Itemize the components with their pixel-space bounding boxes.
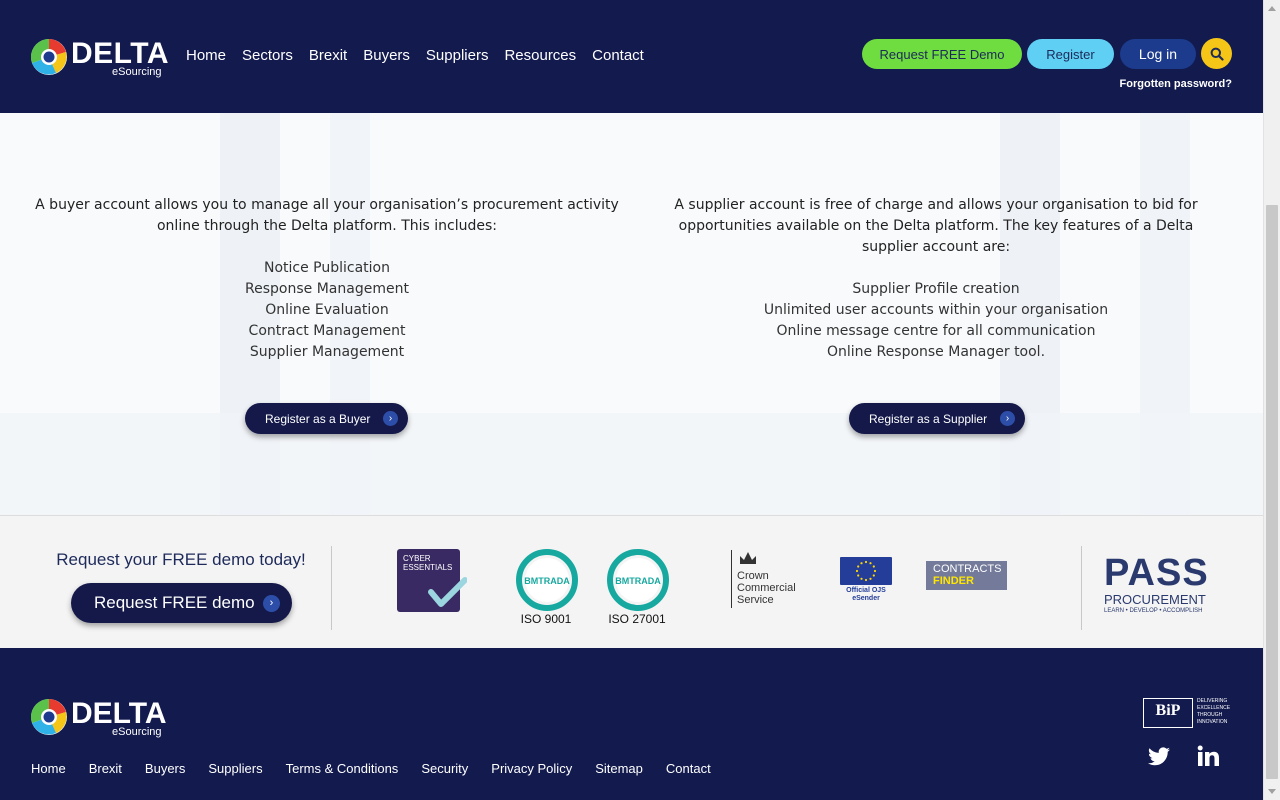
crown-commercial-service-logo: Crown Commercial Service bbox=[731, 550, 811, 608]
nav-sectors[interactable]: Sectors bbox=[242, 47, 293, 64]
logo-subtitle: eSourcing bbox=[112, 66, 162, 78]
divider bbox=[1081, 546, 1082, 630]
iso-9001-label: ISO 9001 bbox=[520, 612, 572, 626]
nav-brexit[interactable]: Brexit bbox=[309, 47, 347, 64]
register-button[interactable]: Register bbox=[1027, 39, 1114, 69]
delta-logo[interactable]: DELTA eSourcing bbox=[30, 37, 170, 80]
register-buyer-label: Register as a Buyer bbox=[265, 411, 371, 426]
nav-resources[interactable]: Resources bbox=[504, 47, 576, 64]
nav-buyers[interactable]: Buyers bbox=[363, 47, 410, 64]
chevron-right-icon: › bbox=[263, 595, 280, 612]
nav-suppliers[interactable]: Suppliers bbox=[426, 47, 489, 64]
supplier-feature: Online message centre for all communicat… bbox=[776, 323, 1096, 339]
bip-text: BiP bbox=[1143, 698, 1193, 728]
footer-link-sitemap[interactable]: Sitemap bbox=[595, 761, 643, 776]
supplier-intro: A supplier account is free of charge and… bbox=[674, 197, 1198, 255]
footer-link-security[interactable]: Security bbox=[421, 761, 468, 776]
main-nav: Home Sectors Brexit Buyers Suppliers Res… bbox=[186, 47, 660, 64]
bip-tagline: DELIVERING EXCELLENCE THROUGH INNOVATION bbox=[1197, 698, 1231, 725]
buyer-feature: Online Evaluation bbox=[265, 302, 389, 318]
search-icon bbox=[1210, 47, 1224, 61]
demo-heading: Request your FREE demo today! bbox=[56, 550, 306, 569]
bm-trada-text: BMTRADA bbox=[524, 576, 570, 586]
cyber-essentials-text: CYBER ESSENTIALS bbox=[403, 554, 453, 572]
buyer-feature: Contract Management bbox=[248, 323, 406, 339]
supplier-feature: Supplier Profile creation bbox=[852, 281, 1020, 297]
bip-solutions-logo[interactable]: BiP DELIVERING EXCELLENCE THROUGH INNOVA… bbox=[1143, 698, 1233, 728]
request-demo-button[interactable]: Request FREE Demo bbox=[862, 39, 1022, 69]
register-supplier-label: Register as a Supplier bbox=[869, 411, 988, 426]
request-free-demo-button[interactable]: Request FREE demo › bbox=[71, 583, 292, 623]
twitter-icon[interactable] bbox=[1147, 744, 1171, 768]
ojs-text: Official OJS eSender bbox=[846, 587, 886, 602]
crown-icon bbox=[740, 552, 756, 564]
chevron-right-icon: › bbox=[1000, 411, 1015, 426]
login-button[interactable]: Log in bbox=[1120, 39, 1196, 69]
bm-trada-iso27001-badge: BMTRADA bbox=[607, 549, 669, 611]
register-buyer-button[interactable]: Register as a Buyer › bbox=[245, 403, 408, 434]
buyer-feature: Notice Publication bbox=[263, 260, 390, 276]
buyer-feature: Response Management bbox=[245, 281, 409, 297]
certifications-strip: Request your FREE demo today! Request FR… bbox=[0, 515, 1263, 648]
ojs-esender-badge: Official OJS eSender bbox=[840, 557, 892, 603]
footer-link-terms[interactable]: Terms & Conditions bbox=[286, 761, 399, 776]
request-free-demo-label: Request FREE demo bbox=[94, 593, 255, 612]
buyer-column: A buyer account allows you to manage all… bbox=[35, 195, 619, 363]
nav-contact[interactable]: Contact bbox=[592, 47, 644, 64]
footer-logo-subtitle: eSourcing bbox=[112, 726, 162, 738]
footer-link-suppliers[interactable]: Suppliers bbox=[208, 761, 262, 776]
linkedin-icon[interactable] bbox=[1196, 744, 1220, 768]
vertical-scrollbar[interactable] bbox=[1263, 0, 1280, 800]
footer-link-home[interactable]: Home bbox=[31, 761, 66, 776]
delta-logo-icon bbox=[30, 38, 67, 75]
supplier-column: A supplier account is free of charge and… bbox=[649, 195, 1223, 363]
contracts-finder-text-a: CONTRACTS bbox=[933, 563, 1002, 575]
eu-flag-icon bbox=[840, 557, 892, 585]
bm-trada-text: BMTRADA bbox=[615, 576, 661, 586]
pass-procurement-logo: PASS PROCUREMENT LEARN • DEVELOP • ACCOM… bbox=[1104, 553, 1216, 623]
contracts-finder-logo: CONTRACTS FINDER bbox=[926, 561, 1007, 590]
ccs-text: Crown Commercial Service bbox=[737, 570, 796, 606]
footer-link-brexit[interactable]: Brexit bbox=[89, 761, 122, 776]
cyber-essentials-badge: CYBER ESSENTIALS bbox=[397, 549, 467, 612]
forgotten-password-link[interactable]: Forgotten password? bbox=[1110, 78, 1232, 90]
divider bbox=[331, 546, 332, 630]
checkmark-icon bbox=[428, 577, 467, 607]
footer-link-buyers[interactable]: Buyers bbox=[145, 761, 185, 776]
site-footer: DELTA eSourcing Home Brexit Buyers Suppl… bbox=[0, 648, 1263, 800]
footer-nav: Home Brexit Buyers Suppliers Terms & Con… bbox=[31, 761, 734, 776]
nav-home[interactable]: Home bbox=[186, 47, 226, 64]
scroll-down-arrow-icon[interactable] bbox=[1264, 783, 1280, 800]
scrollbar-thumb[interactable] bbox=[1266, 205, 1278, 779]
footer-link-contact[interactable]: Contact bbox=[666, 761, 711, 776]
footer-delta-logo[interactable]: DELTA eSourcing bbox=[30, 697, 170, 740]
scroll-up-arrow-icon[interactable] bbox=[1264, 0, 1280, 17]
chevron-right-icon: › bbox=[383, 411, 398, 426]
account-types-section: A buyer account allows you to manage all… bbox=[0, 113, 1263, 515]
search-button[interactable] bbox=[1201, 38, 1232, 69]
pass-tagline: LEARN • DEVELOP • ACCOMPLISH bbox=[1104, 608, 1203, 614]
contracts-finder-text-b: FINDER bbox=[933, 575, 974, 587]
pass-text: PASS bbox=[1104, 552, 1209, 594]
supplier-feature: Online Response Manager tool. bbox=[826, 344, 1046, 360]
procurement-text: PROCUREMENT bbox=[1104, 592, 1206, 607]
site-header: DELTA eSourcing Home Sectors Brexit Buye… bbox=[0, 0, 1263, 113]
register-supplier-button[interactable]: Register as a Supplier › bbox=[849, 403, 1025, 434]
delta-logo-icon bbox=[30, 699, 67, 735]
buyer-intro: A buyer account allows you to manage all… bbox=[35, 197, 619, 234]
iso-27001-label: ISO 27001 bbox=[608, 612, 666, 626]
bm-trada-iso9001-badge: BMTRADA bbox=[516, 549, 578, 611]
footer-link-privacy[interactable]: Privacy Policy bbox=[491, 761, 572, 776]
supplier-feature: Unlimited user accounts within your orga… bbox=[763, 302, 1109, 318]
buyer-feature: Supplier Management bbox=[249, 344, 405, 360]
